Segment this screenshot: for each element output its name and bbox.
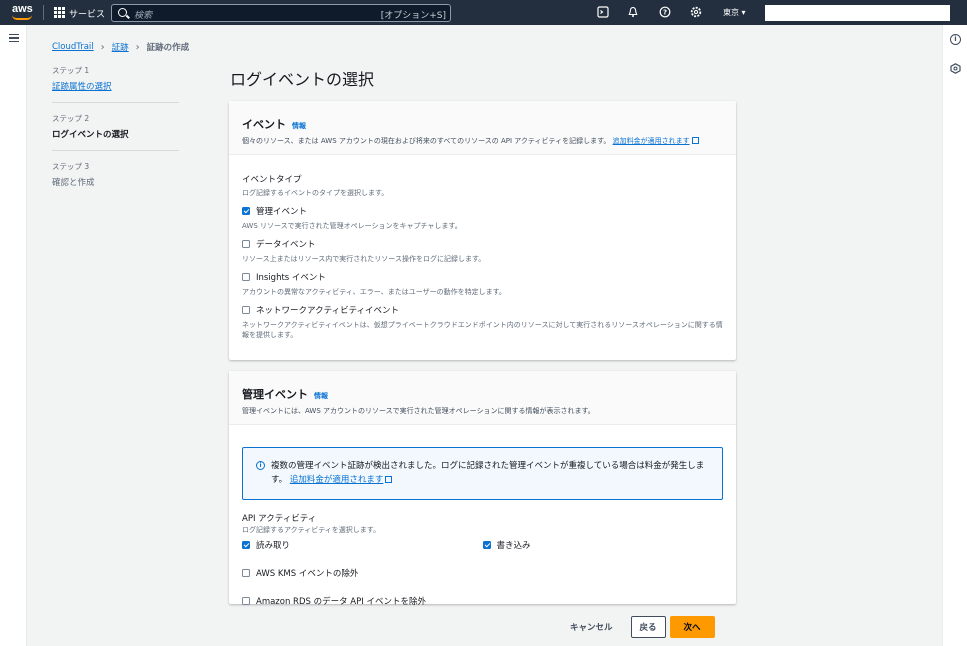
management-events-checkbox[interactable] — [242, 207, 250, 215]
back-button[interactable]: 戻る — [630, 616, 666, 638]
api-activity-description: ログ記録するアクティビティを選択します。 — [242, 526, 381, 534]
breadcrumb-current: 証跡の作成 — [146, 43, 190, 53]
search-shortcut: [オプション+S] — [380, 11, 446, 21]
api-col-left: 読み取り — [242, 535, 483, 551]
network-activity-events-checkbox[interactable] — [242, 306, 250, 314]
checkbox-description: リソース上またはリソース内で実行されたリソース操作をログに記録します。 — [242, 255, 486, 263]
page-title: ログイベントの選択 — [230, 70, 375, 89]
exclude-rds-checkbox[interactable] — [242, 597, 250, 605]
data-events-checkbox-row[interactable]: データイベント — [242, 238, 723, 250]
step-review-create: 確認と作成 — [52, 178, 95, 188]
aws-logo-smile-icon — [12, 15, 32, 20]
read-checkbox-row[interactable]: 読み取り — [242, 539, 483, 551]
api-activity-options: 読み取り 書き込み — [242, 535, 723, 551]
management-events-container: 管理イベント 情報 管理イベントには、AWS アカウントのリソースで実行された管理… — [229, 371, 736, 607]
checkbox-label: 管理イベント — [256, 207, 308, 217]
hamburger-menu-icon[interactable] — [9, 34, 19, 42]
checkbox-label: 読み取り — [256, 541, 291, 551]
event-type-description: ログ記録するイベントのタイプを選択します。 — [242, 189, 389, 197]
search-input[interactable]: 検索 [オプション+S] — [111, 4, 451, 22]
events-title: イベント — [242, 118, 286, 131]
side-navigation-rail — [0, 25, 27, 646]
checkbox-label: Insights イベント — [256, 273, 326, 283]
management-events-title: 管理イベント — [242, 388, 308, 401]
external-link-icon — [691, 137, 699, 144]
step-number: ステップ 2 — [52, 114, 90, 123]
wizard-step-3: ステップ 3 確認と作成 — [52, 161, 179, 198]
info-panel-icon[interactable]: i — [950, 34, 961, 45]
step-number: ステップ 3 — [52, 162, 90, 171]
events-header: イベント 情報 個々のリソース、または AWS アカウントの現在および将来のすべて… — [229, 101, 736, 155]
events-description-text: 個々のリソース、または AWS アカウントの現在および将来のすべてのリソースの … — [242, 137, 611, 145]
alert-additional-charges-link[interactable]: 追加料金が適用されます — [290, 475, 384, 485]
top-navigation-bar: aws サービス 検索 [オプション+S] ? 東京 ▾ — [0, 0, 967, 25]
cancel-button[interactable]: キャンセル — [570, 621, 613, 633]
aws-logo[interactable]: aws — [12, 4, 33, 15]
checkbox-label: 書き込み — [496, 541, 531, 551]
api-col-right: 書き込み — [482, 535, 724, 551]
events-container: イベント 情報 個々のリソース、または AWS アカウントの現在および将来のすべて… — [229, 101, 736, 360]
tools-panel-rail: i — [942, 25, 967, 646]
network-activity-events-checkbox-row[interactable]: ネットワークアクティビティイベント — [242, 304, 723, 316]
checkbox-label: AWS KMS イベントの除外 — [256, 569, 359, 579]
cloudshell-icon[interactable] — [597, 6, 609, 18]
checkbox-label: ネットワークアクティビティイベント — [256, 306, 400, 316]
data-events-checkbox[interactable] — [242, 240, 250, 248]
breadcrumb-trails[interactable]: 証跡 — [112, 41, 129, 53]
settings-gear-icon[interactable] — [690, 6, 702, 18]
wizard-step-1: ステップ 1 証跡属性の選択 — [52, 65, 179, 103]
svg-text:?: ? — [663, 9, 667, 17]
external-link-icon — [385, 476, 393, 483]
search-placeholder: 検索 — [134, 11, 153, 21]
management-events-description: 管理イベントには、AWS アカウントのリソースで実行された管理オペレーションに関… — [242, 407, 595, 415]
insights-events-checkbox-row[interactable]: Insights イベント — [242, 271, 723, 283]
chevron-right-icon: › — [135, 41, 140, 53]
notifications-bell-icon[interactable] — [627, 6, 639, 18]
info-circle-icon: i — [256, 461, 265, 470]
checkbox-label: データイベント — [256, 240, 316, 250]
management-events-checkbox-row[interactable]: 管理イベント — [242, 205, 723, 217]
info-alert: i 複数の管理イベント証跡が検出されました。ログに記録された管理イベントが重複し… — [242, 447, 723, 500]
management-events-info-link[interactable]: 情報 — [314, 392, 328, 400]
divider — [43, 5, 44, 20]
feedback-hexagon-icon[interactable] — [950, 59, 961, 78]
events-info-link[interactable]: 情報 — [292, 122, 306, 130]
breadcrumb: CloudTrail › 証跡 › 証跡の作成 — [52, 41, 190, 54]
services-menu[interactable]: サービス — [69, 7, 105, 20]
breadcrumb-cloudtrail[interactable]: CloudTrail — [52, 42, 94, 52]
events-description: 個々のリソース、または AWS アカウントの現在および将来のすべてのリソースの … — [242, 136, 723, 146]
region-selector[interactable]: 東京 ▾ — [723, 7, 746, 18]
checkbox-description: ネットワークアクティビティイベントは、仮想プライベートクラウドエンドポイント内の… — [242, 321, 723, 339]
exclude-kms-checkbox[interactable] — [242, 569, 250, 577]
exclude-rds-checkbox-row[interactable]: Amazon RDS のデータ API イベントを除外 — [242, 595, 723, 607]
checkbox-description: AWS リソースで実行された管理オペレーションをキャプチャします。 — [242, 222, 462, 230]
step-link-trail-attributes[interactable]: 証跡属性の選択 — [52, 80, 179, 92]
step-number: ステップ 1 — [52, 66, 90, 75]
write-checkbox[interactable] — [482, 541, 491, 549]
wizard-steps: ステップ 1 証跡属性の選択 ステップ 2 ログイベントの選択 ステップ 3 確… — [52, 65, 179, 208]
management-events-body: API アクティビティ ログ記録するアクティビティを選択します。 読み取り 書き… — [229, 500, 736, 617]
management-events-header: 管理イベント 情報 管理イベントには、AWS アカウントのリソースで実行された管理… — [229, 371, 736, 425]
exclude-kms-checkbox-row[interactable]: AWS KMS イベントの除外 — [242, 567, 723, 579]
insights-events-checkbox[interactable] — [242, 273, 250, 281]
additional-charges-link[interactable]: 追加料金が適用されます — [613, 137, 690, 145]
wizard-step-2: ステップ 2 ログイベントの選択 — [52, 113, 179, 151]
next-button[interactable]: 次へ — [669, 616, 715, 638]
events-body: イベントタイプ ログ記録するイベントのタイプを選択します。 管理イベント AWS… — [229, 155, 736, 350]
wizard-footer-actions: キャンセル 戻る 次へ — [570, 616, 715, 638]
checkbox-description: アカウントの異常なアクティビティ、エラー、またはユーザーの動作を特定します。 — [242, 288, 506, 296]
api-activity-label: API アクティビティ — [242, 514, 317, 524]
event-type-label: イベントタイプ — [242, 175, 302, 185]
help-icon[interactable]: ? — [659, 6, 671, 18]
step-current-log-events: ログイベントの選択 — [52, 130, 129, 140]
services-grid-icon[interactable] — [54, 7, 65, 18]
account-menu[interactable] — [765, 5, 950, 21]
read-checkbox[interactable] — [242, 541, 250, 549]
write-checkbox-row[interactable]: 書き込み — [482, 539, 724, 551]
chevron-right-icon: › — [100, 41, 105, 53]
checkbox-label: Amazon RDS のデータ API イベントを除外 — [256, 597, 426, 607]
search-icon — [118, 8, 127, 17]
